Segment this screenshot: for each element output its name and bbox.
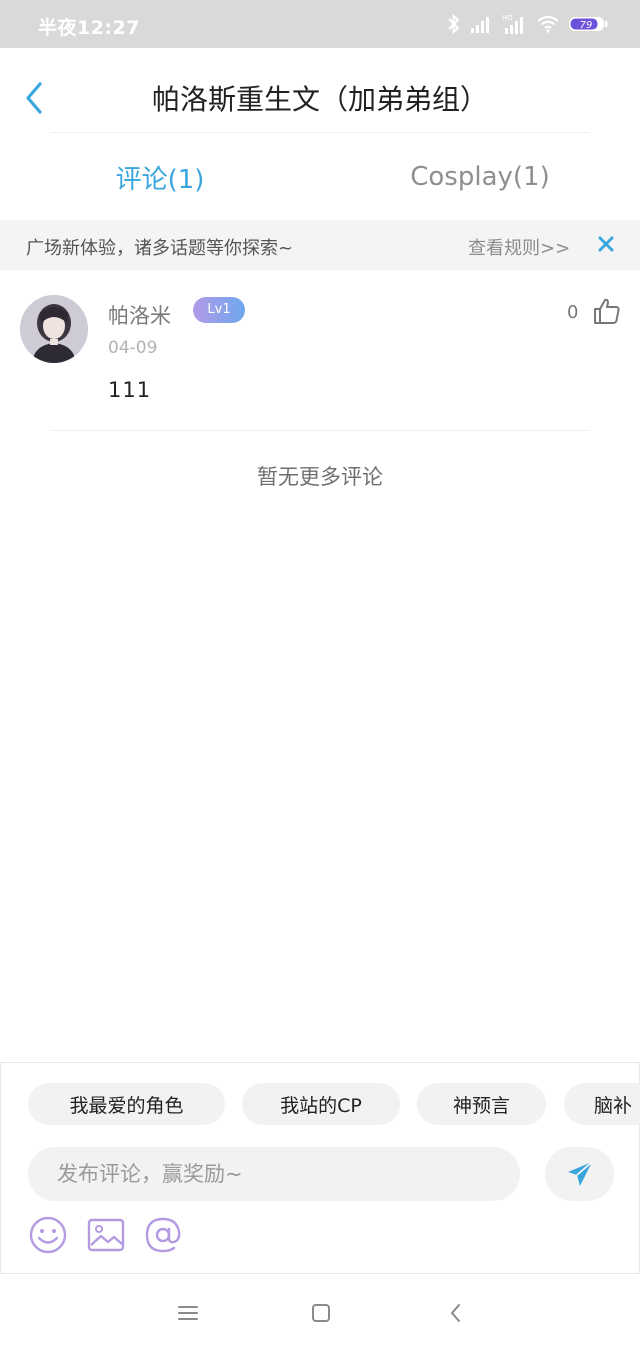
header: 帕洛斯重生文（加弟弟组） — [0, 48, 640, 134]
at-icon — [145, 1217, 181, 1253]
tab-cosplay[interactable]: Cosplay(1) — [320, 134, 640, 220]
send-button[interactable] — [545, 1147, 614, 1201]
close-icon — [598, 236, 614, 252]
topic-chip-my-cp[interactable]: 我站的CP — [242, 1083, 400, 1125]
mention-button[interactable] — [143, 1215, 183, 1255]
comment-item: 帕洛米 Lv1 04-09 111 0 — [0, 270, 640, 432]
menu-icon — [178, 1306, 198, 1320]
page-title: 帕洛斯重生文（加弟弟组） — [151, 83, 488, 116]
comment-divider — [50, 430, 590, 431]
tab-comments[interactable]: 评论(1) — [0, 134, 320, 220]
topic-chip-imagination[interactable]: 脑补 — [564, 1083, 640, 1125]
nav-menu-button[interactable] — [176, 1301, 200, 1325]
topic-chip-prophecy[interactable]: 神预言 — [417, 1083, 546, 1125]
avatar[interactable] — [20, 295, 88, 363]
comment-date: 04-09 — [108, 338, 158, 358]
comment-username[interactable]: 帕洛米 — [108, 300, 171, 330]
tab-bar: 评论(1) Cosplay(1) — [0, 134, 640, 220]
signal-icon — [471, 17, 489, 33]
image-icon — [87, 1218, 125, 1252]
system-nav-bar — [0, 1275, 640, 1351]
nav-home-button[interactable] — [309, 1301, 333, 1325]
back-triangle-icon — [451, 1304, 460, 1322]
wifi-icon — [537, 15, 559, 33]
header-divider — [50, 132, 590, 133]
emoji-icon — [29, 1216, 67, 1254]
view-rules-link[interactable]: 查看规则>> — [468, 234, 570, 260]
notice-close-button[interactable] — [596, 234, 616, 254]
emoji-button[interactable] — [28, 1215, 68, 1255]
status-icons: HD 79 — [446, 12, 608, 36]
level-badge: Lv1 — [193, 297, 245, 323]
image-button[interactable] — [86, 1215, 126, 1255]
comment-composer: 我最爱的角色 我站的CP 神预言 脑补 — [0, 1062, 640, 1274]
like-button[interactable] — [592, 296, 622, 326]
thumbs-up-icon — [594, 298, 620, 324]
hd-signal-icon: HD — [502, 14, 523, 34]
home-square-icon — [312, 1304, 330, 1322]
notice-text: 广场新体验，诸多话题等你探索~ — [26, 238, 294, 259]
no-more-comments: 暂无更多评论 — [257, 465, 383, 489]
status-bar: 半夜12:27 HD 79 — [0, 0, 640, 48]
comment-body: 111 — [108, 378, 152, 402]
topic-chip-favorite-character[interactable]: 我最爱的角色 — [28, 1083, 225, 1125]
status-time: 半夜12:27 — [38, 17, 140, 39]
like-count: 0 — [567, 302, 579, 323]
comment-input[interactable] — [28, 1147, 520, 1201]
svg-text:HD: HD — [502, 14, 513, 22]
battery-icon: 79 — [569, 17, 608, 31]
notice-bar: 广场新体验，诸多话题等你探索~ 查看规则>> — [0, 220, 640, 270]
bluetooth-icon — [448, 13, 460, 35]
topic-chip-row: 我最爱的角色 我站的CP 神预言 脑补 — [1, 1083, 640, 1125]
battery-level: 79 — [580, 20, 593, 31]
send-icon — [567, 1161, 593, 1186]
avatar-image — [20, 295, 88, 363]
nav-back-button[interactable] — [444, 1301, 468, 1325]
